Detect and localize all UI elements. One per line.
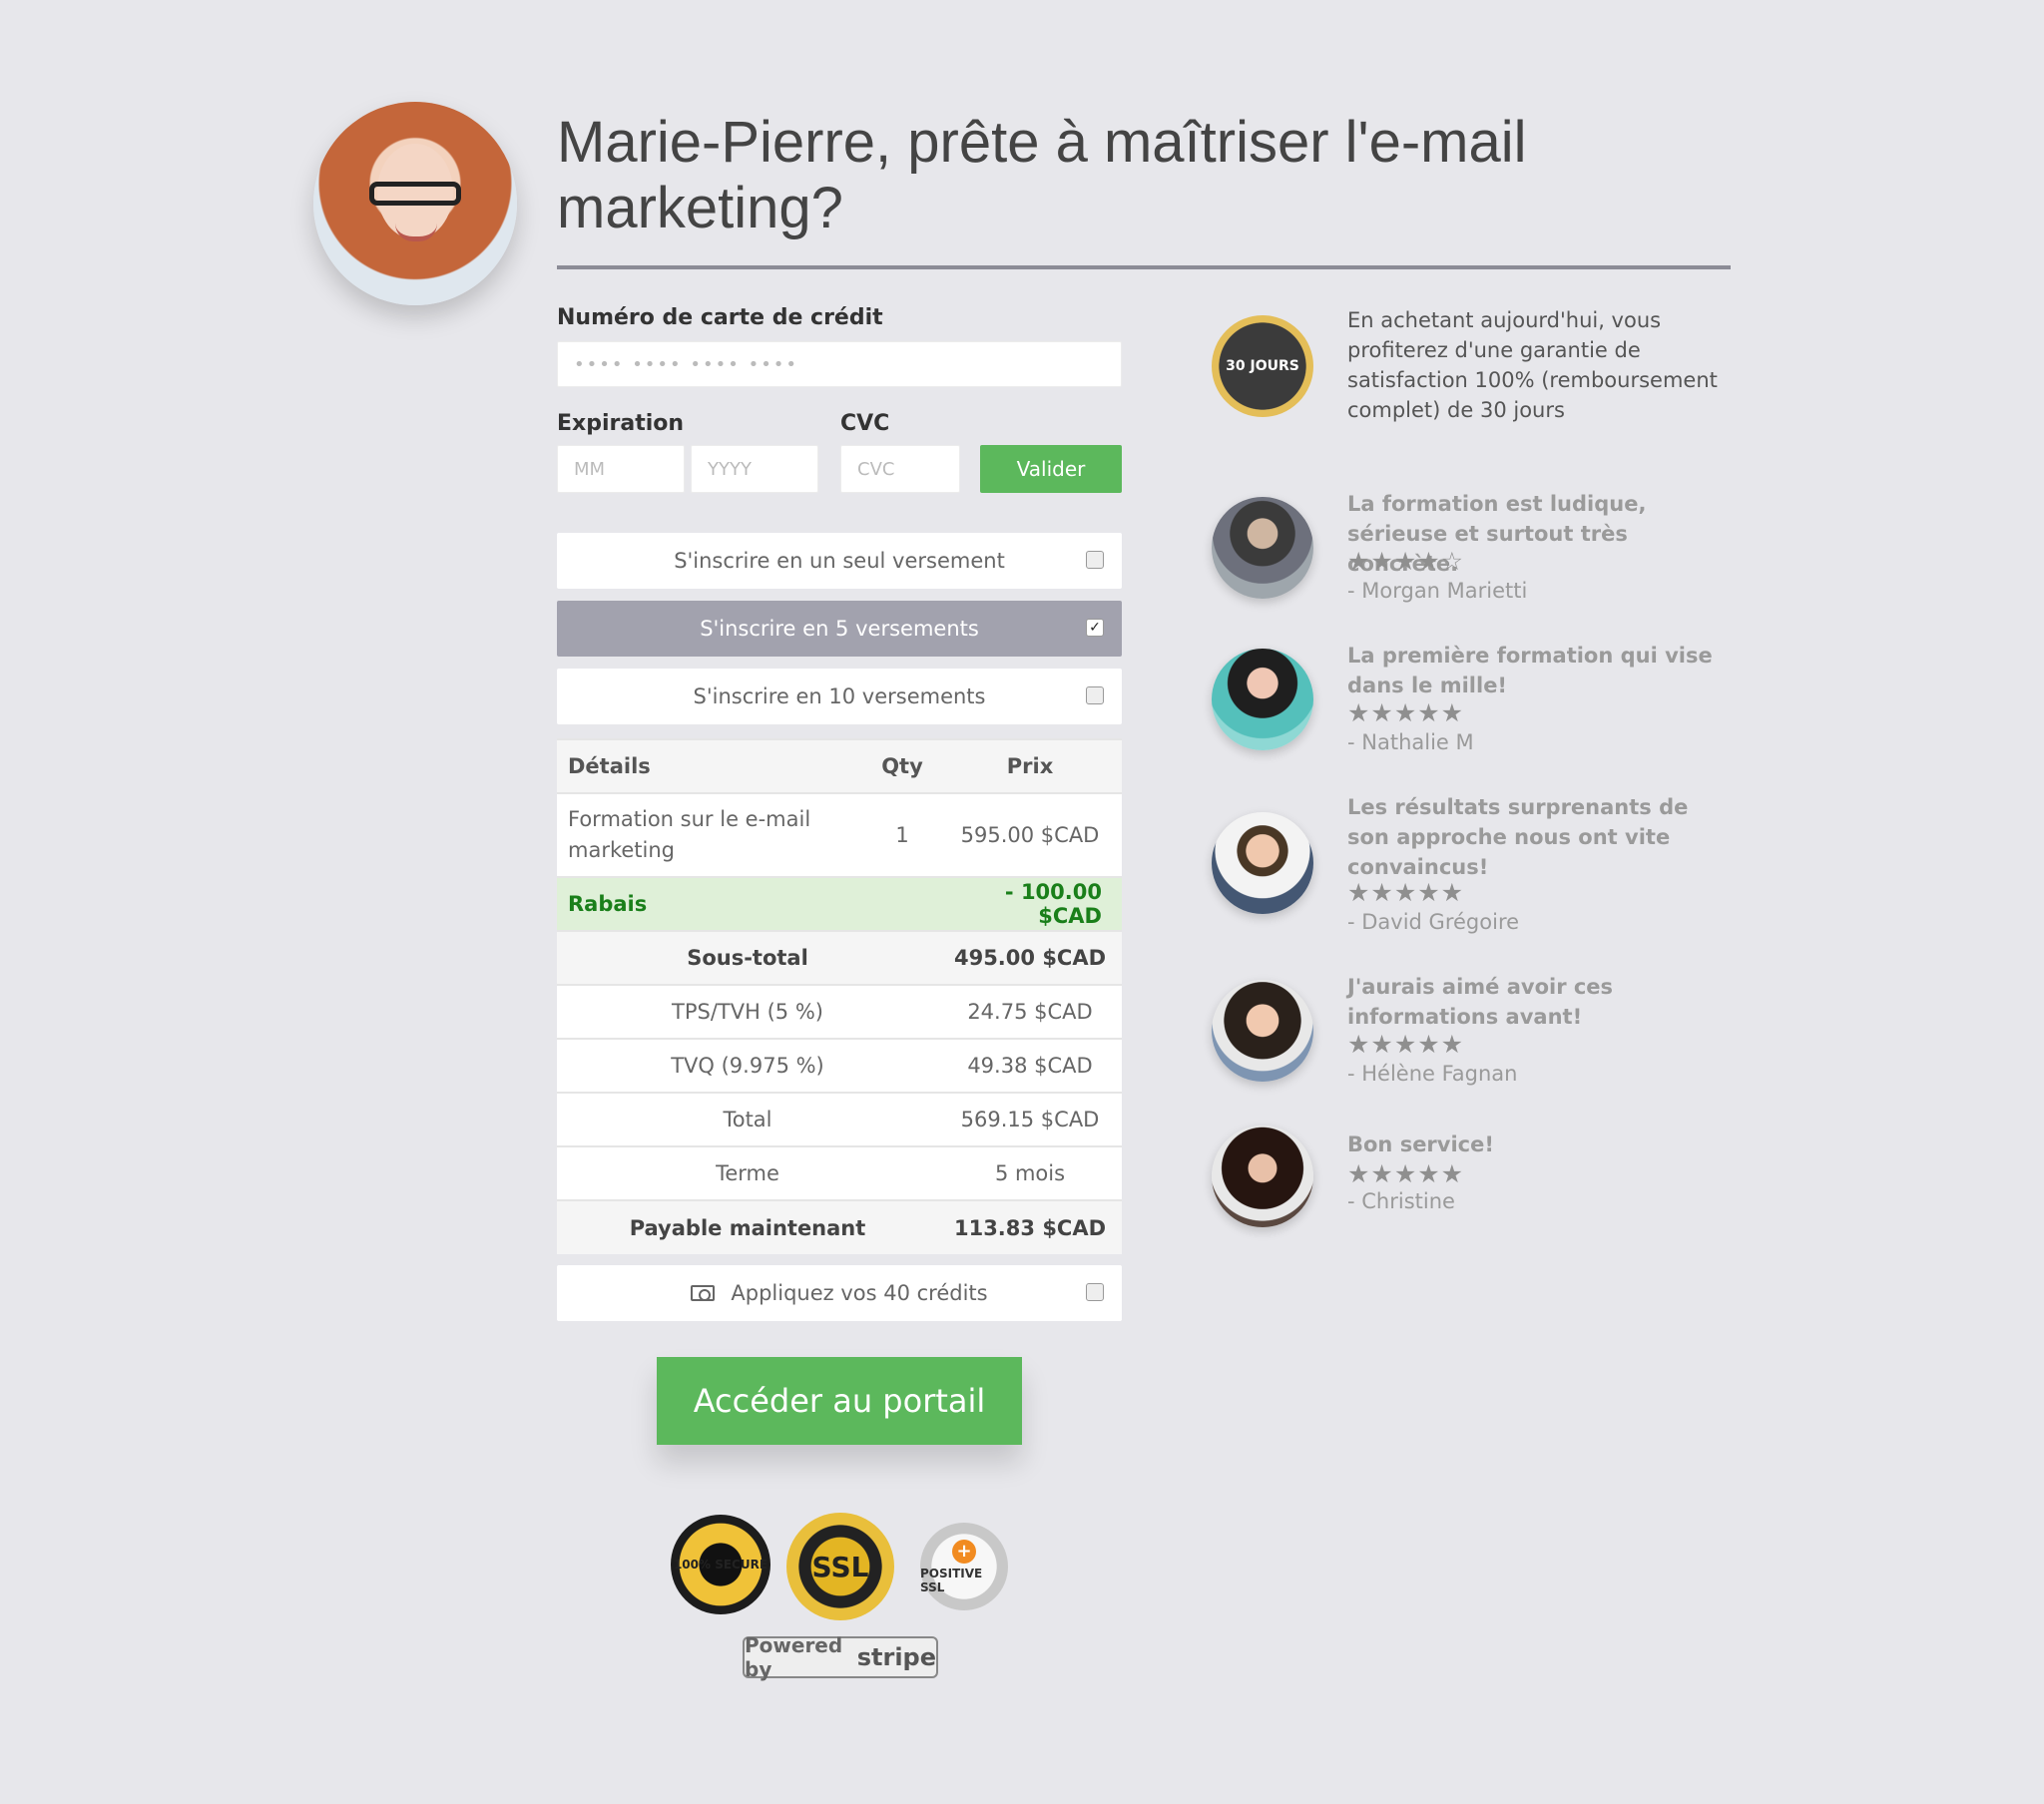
glasses-icon — [369, 182, 461, 206]
option-five-payments[interactable]: S'inscrire en 5 versements ✓ — [557, 601, 1122, 657]
testimonial-author: - Hélène Fagnan — [1347, 1062, 1518, 1086]
tvq-value: 49.38 $CAD — [938, 1038, 1122, 1093]
payable-now-value: 113.83 $CAD — [938, 1199, 1122, 1254]
positive-ssl-badge-icon: + POSITIVE SSL — [920, 1523, 1008, 1610]
option-single-payment-checkbox[interactable] — [1086, 551, 1104, 569]
testimonial-author: - Morgan Marietti — [1347, 579, 1528, 603]
page-title: Marie-Pierre, prête à maîtriser l'e-mail… — [557, 110, 1527, 240]
testimonial-author: - Nathalie M — [1347, 730, 1474, 754]
tvq-label: TVQ (9.975 %) — [557, 1038, 938, 1093]
testimonial-author: - Christine — [1347, 1189, 1455, 1213]
option-ten-payments[interactable]: S'inscrire en 10 versements — [557, 669, 1122, 724]
discount-value: - 100.00 $CAD — [938, 876, 1122, 931]
order-summary-table: Détails Qty Prix Formation sur le e-mail… — [557, 738, 1122, 1254]
testimonial-quote: J'aurais aimé avoir ces informations ava… — [1347, 975, 1614, 1029]
expiration-label: Expiration — [557, 411, 685, 436]
option-single-payment-label: S'inscrire en un seul versement — [674, 549, 1005, 573]
testimonial-avatar — [1212, 1126, 1313, 1227]
option-five-payments-checkbox[interactable]: ✓ — [1086, 619, 1104, 637]
apply-credits-checkbox[interactable] — [1086, 1283, 1104, 1301]
validate-button[interactable]: Valider — [980, 445, 1122, 493]
tps-label: TPS/TVH (5 %) — [557, 984, 938, 1039]
testimonial-quote: Bon service! — [1347, 1132, 1494, 1156]
star-rating-icon: ★★★★★ — [1347, 1159, 1465, 1188]
option-ten-payments-checkbox[interactable] — [1086, 686, 1104, 704]
testimonial-quote: Les résultats surprenants de son approch… — [1347, 795, 1689, 879]
apply-credits-option[interactable]: Appliquez vos 40 crédits — [557, 1265, 1122, 1321]
guarantee-text: En achetant aujourd'hui, vous profiterez… — [1347, 308, 1718, 422]
powered-by-text: Powered by — [745, 1633, 843, 1681]
subtotal-value: 495.00 $CAD — [938, 930, 1122, 985]
testimonial-avatar — [1212, 649, 1313, 750]
testimonial-avatar — [1212, 980, 1313, 1082]
item-quantity: 1 — [866, 792, 938, 877]
star-rating-icon: ★★★★★ — [1347, 878, 1465, 907]
tps-value: 24.75 $CAD — [938, 984, 1122, 1039]
star-rating-icon: ★★★★☆ — [1347, 547, 1465, 576]
ssl-badge-text: SSL — [811, 1550, 869, 1583]
quantity-column-header: Qty — [866, 738, 938, 793]
testimonial-avatar — [1212, 812, 1313, 914]
term-value: 5 mois — [938, 1145, 1122, 1200]
item-price: 595.00 $CAD — [938, 792, 1122, 877]
money-icon — [691, 1285, 716, 1301]
total-label: Total — [557, 1092, 938, 1146]
card-number-input[interactable]: •••• •••• •••• •••• — [557, 341, 1122, 387]
testimonial-quote: La première formation qui vise dans le m… — [1347, 644, 1713, 697]
access-portal-button[interactable]: Accéder au portail — [657, 1357, 1022, 1445]
secure-badge-text: 100% SECURE — [673, 1558, 768, 1572]
secure-badge-icon: 100% SECURE — [671, 1515, 770, 1614]
option-single-payment[interactable]: S'inscrire en un seul versement — [557, 533, 1122, 589]
option-five-payments-label: S'inscrire en 5 versements — [700, 617, 979, 641]
star-rating-icon: ★★★★★ — [1347, 698, 1465, 727]
term-label: Terme — [557, 1145, 938, 1200]
satisfaction-guarantee-icon: 30 JOURS — [1212, 315, 1313, 417]
subtotal-label: Sous-total — [557, 930, 938, 985]
powered-by-stripe-badge: Powered by stripe — [743, 1633, 938, 1681]
star-rating-icon: ★★★★★ — [1347, 1030, 1465, 1059]
item-name: Formation sur le e-mail marketing — [557, 792, 866, 877]
total-value: 569.15 $CAD — [938, 1092, 1122, 1146]
ssl-badge-icon: SSL — [786, 1513, 894, 1620]
discount-label: Rabais — [557, 876, 938, 931]
plus-icon: + — [952, 1539, 976, 1564]
guarantee-badge-text: 30 JOURS — [1226, 358, 1299, 374]
details-column-header: Détails — [557, 738, 866, 793]
price-column-header: Prix — [938, 738, 1122, 793]
option-ten-payments-label: S'inscrire en 10 versements — [693, 684, 986, 708]
cvc-label: CVC — [840, 411, 890, 436]
payable-now-label: Payable maintenant — [557, 1199, 938, 1254]
positive-ssl-badge-text: POSITIVE SSL — [920, 1566, 983, 1594]
expiration-month-input[interactable]: MM — [557, 445, 685, 493]
apply-credits-label: Appliquez vos 40 crédits — [731, 1281, 988, 1305]
title-divider — [557, 265, 1731, 269]
card-number-label: Numéro de carte de crédit — [557, 305, 883, 330]
expiration-year-input[interactable]: YYYY — [691, 445, 818, 493]
main-avatar — [313, 102, 517, 305]
testimonial-avatar — [1212, 497, 1313, 599]
cvc-input[interactable]: CVC — [840, 445, 960, 493]
smile-icon — [395, 224, 437, 241]
stripe-logo: stripe — [856, 1643, 936, 1671]
testimonial-author: - David Grégoire — [1347, 910, 1520, 934]
